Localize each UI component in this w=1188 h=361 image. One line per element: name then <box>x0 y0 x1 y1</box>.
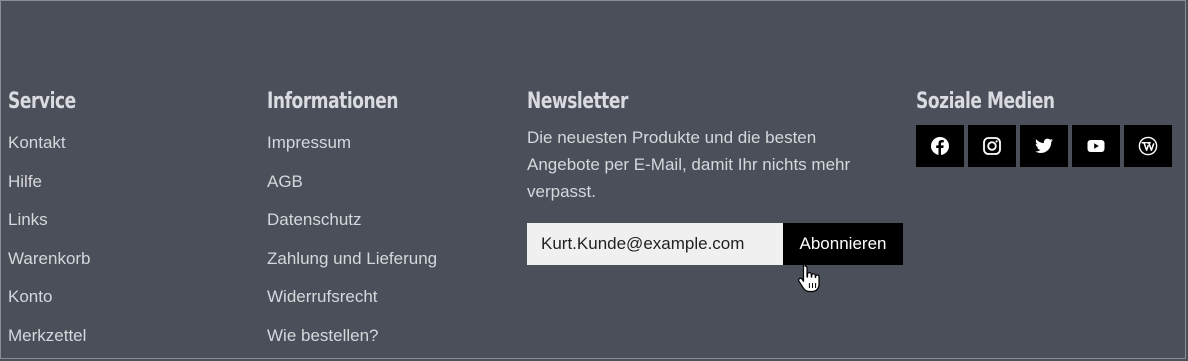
informationen-column: Informationen Impressum AGB Datenschutz … <box>267 88 507 355</box>
facebook-icon <box>931 137 949 155</box>
link-konto[interactable]: Konto <box>8 278 238 317</box>
link-hilfe[interactable]: Hilfe <box>8 163 238 202</box>
link-warenkorb[interactable]: Warenkorb <box>8 240 238 279</box>
newsletter-form: Abonnieren <box>527 223 907 265</box>
newsletter-heading: Newsletter <box>527 89 628 114</box>
instagram-icon <box>983 137 1001 155</box>
link-links[interactable]: Links <box>8 201 238 240</box>
facebook-button[interactable] <box>916 125 964 167</box>
service-column: Service Kontakt Hilfe Links Warenkorb Ko… <box>8 88 238 355</box>
link-datenschutz[interactable]: Datenschutz <box>267 201 507 240</box>
social-column: Soziale Medien <box>916 88 1178 167</box>
twitter-button[interactable] <box>1020 125 1068 167</box>
youtube-icon <box>1087 140 1105 152</box>
informationen-links: Impressum AGB Datenschutz Zahlung und Li… <box>267 124 507 355</box>
service-heading: Service <box>8 89 76 114</box>
link-impressum[interactable]: Impressum <box>267 124 507 163</box>
link-merkzettel[interactable]: Merkzettel <box>8 317 238 356</box>
link-widerrufsrecht[interactable]: Widerrufsrecht <box>267 278 507 317</box>
link-zahlung-lieferung[interactable]: Zahlung und Lieferung <box>267 240 507 279</box>
social-heading: Soziale Medien <box>916 89 1055 114</box>
newsletter-text: Die neuesten Produkte und die besten Ang… <box>527 128 851 201</box>
youtube-button[interactable] <box>1072 125 1120 167</box>
link-kontakt[interactable]: Kontakt <box>8 124 238 163</box>
newsletter-column: Newsletter Die neuesten Produkte und die… <box>527 88 907 265</box>
informationen-heading: Informationen <box>267 89 399 114</box>
wordpress-button[interactable] <box>1124 125 1172 167</box>
newsletter-email-input[interactable] <box>527 223 783 265</box>
instagram-button[interactable] <box>968 125 1016 167</box>
link-agb[interactable]: AGB <box>267 163 507 202</box>
social-icons <box>916 125 1178 167</box>
service-links: Kontakt Hilfe Links Warenkorb Konto Merk… <box>8 124 238 355</box>
subscribe-button[interactable]: Abonnieren <box>783 223 903 265</box>
twitter-icon <box>1035 138 1053 153</box>
wordpress-icon <box>1138 136 1158 156</box>
link-wie-bestellen[interactable]: Wie bestellen? <box>267 317 507 356</box>
hand-cursor-icon <box>798 264 820 293</box>
